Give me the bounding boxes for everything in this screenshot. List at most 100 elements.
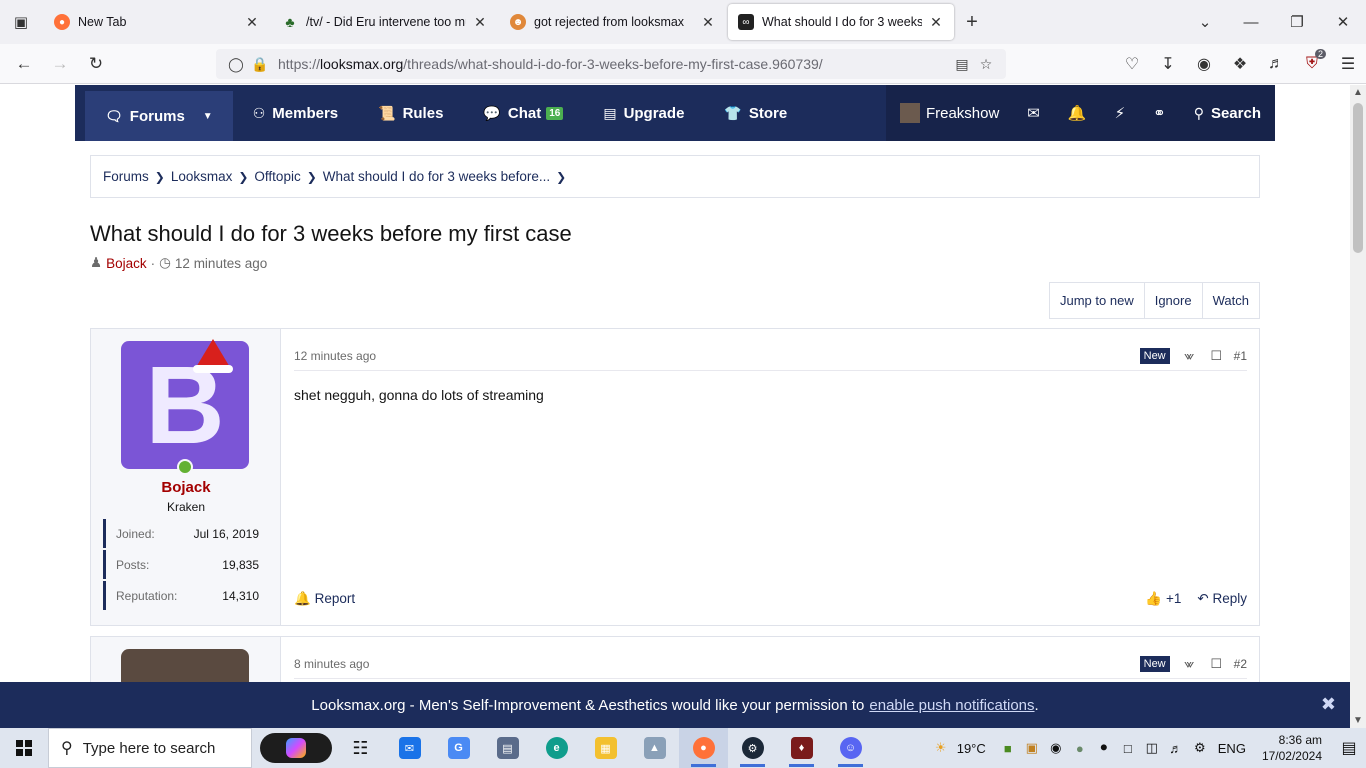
weather-icon[interactable]: ☀	[929, 740, 953, 756]
pocket-icon[interactable]: ♡	[1114, 54, 1150, 74]
thread-time[interactable]: 12 minutes ago	[175, 256, 267, 271]
close-tab-icon[interactable]: ✕	[928, 14, 944, 31]
breadcrumb-item[interactable]: What should I do for 3 weeks before...	[323, 169, 550, 184]
weather-temp[interactable]: 19°C	[957, 741, 986, 756]
nav-upgrade[interactable]: ▤ Upgrade	[583, 85, 704, 141]
menu-icon[interactable]: ☰	[1330, 54, 1366, 74]
firefox-taskbar-icon[interactable]: ●	[679, 728, 728, 768]
new-tab-icon[interactable]: +	[954, 11, 990, 34]
news-app-icon[interactable]: ▤	[483, 728, 532, 768]
breadcrumb-item[interactable]: Offtopic	[254, 169, 300, 184]
reload-icon[interactable]: ↻	[78, 54, 114, 74]
bookmark-star-icon[interactable]: ☆	[974, 56, 998, 73]
nav-forums[interactable]: 🗨 Forums ▼	[85, 91, 233, 141]
post-username[interactable]: Bojack	[91, 479, 281, 496]
share-icon[interactable]: ⩖	[1176, 656, 1203, 672]
watch-button[interactable]: Watch	[1201, 283, 1259, 318]
shield-icon[interactable]: ◯	[224, 56, 248, 73]
nav-store[interactable]: 👕 Store	[704, 85, 807, 141]
forward-icon[interactable]: →	[42, 54, 78, 74]
url-bar[interactable]: ◯ 🔒 https://looksmax.org/threads/what-sh…	[216, 49, 1006, 79]
copilot-icon[interactable]	[260, 733, 332, 763]
app-tray-icon[interactable]: ◉	[1044, 740, 1068, 756]
close-tab-icon[interactable]: ✕	[700, 14, 716, 31]
file-explorer-icon[interactable]: ▦	[581, 728, 630, 768]
taskbar-search[interactable]: ⚲ Type here to search	[48, 728, 252, 768]
account-icon[interactable]: ◉	[1186, 54, 1222, 74]
url-text[interactable]: https://looksmax.org/threads/what-should…	[278, 56, 950, 72]
nav-user[interactable]: Freakshow	[886, 85, 1013, 141]
tab-overview-icon[interactable]: ▣	[0, 0, 42, 44]
ignore-button[interactable]: Ignore	[1143, 283, 1202, 318]
chevron-down-icon[interactable]: ▼	[203, 111, 213, 122]
browser-tab-4[interactable]: ∞ What should I do for 3 weeks be ✕	[728, 4, 954, 40]
scroll-up-icon[interactable]: ▲	[1350, 87, 1366, 98]
game-app-icon[interactable]: ♦	[777, 728, 826, 768]
language-indicator[interactable]: ENG	[1218, 741, 1246, 756]
discord-icon[interactable]: ☺	[826, 728, 875, 768]
close-icon[interactable]: ✖	[1321, 694, 1336, 715]
task-view-icon[interactable]: ☷	[336, 728, 385, 768]
clock[interactable]: 8:36 am 17/02/2024	[1254, 732, 1332, 764]
share-icon[interactable]: ⩖	[1176, 348, 1203, 364]
avatar[interactable]	[121, 649, 249, 682]
status-tray-icon[interactable]: ●	[1068, 741, 1092, 756]
downloads-icon[interactable]: ↧	[1150, 54, 1186, 74]
avatar[interactable]: B	[121, 339, 249, 469]
bookmark-icon[interactable]: ☐	[1203, 348, 1230, 364]
scroll-down-icon[interactable]: ▼	[1350, 715, 1366, 726]
toggle-icon[interactable]: ⚭	[1139, 85, 1180, 141]
phone-link-icon[interactable]: □	[1116, 741, 1140, 756]
lock-icon[interactable]: 🔒	[248, 56, 272, 73]
breadcrumb-item[interactable]: Forums	[103, 169, 149, 184]
google-chrome-app-icon[interactable]: G	[434, 728, 483, 768]
jump-to-new-button[interactable]: Jump to new	[1050, 283, 1144, 318]
extensions-icon[interactable]: ❖	[1222, 54, 1258, 74]
nav-rules[interactable]: 📜 Rules	[358, 85, 463, 141]
page-scrollbar[interactable]: ▲ ▼	[1350, 85, 1366, 728]
steam-tray-icon[interactable]: ⚙	[1188, 740, 1212, 756]
network-icon[interactable]: ◫	[1140, 740, 1164, 756]
close-tab-icon[interactable]: ✕	[244, 14, 260, 31]
minimize-icon[interactable]: —	[1228, 14, 1274, 31]
tab-list-chevron-icon[interactable]: ⌄	[1182, 13, 1228, 31]
speaker-icon[interactable]: ♬	[1258, 55, 1294, 73]
report-button[interactable]: 🔔 Report	[294, 591, 355, 607]
breadcrumb-item[interactable]: Looksmax	[171, 169, 233, 184]
nav-search[interactable]: ⚲ Search	[1180, 85, 1275, 141]
nav-chat[interactable]: 💬 Chat 16	[463, 85, 583, 141]
restore-icon[interactable]: ❐	[1274, 13, 1320, 31]
ublock-icon[interactable]: ⛨ 2	[1294, 49, 1330, 73]
back-icon[interactable]: ←	[6, 54, 42, 74]
reply-button[interactable]: ↶ Reply	[1197, 591, 1247, 607]
scroll-thumb[interactable]	[1353, 103, 1363, 253]
like-button[interactable]: 👍 +1	[1145, 591, 1181, 607]
enable-push-link[interactable]: enable push notifications	[869, 697, 1034, 714]
browser-tab-3[interactable]: ☻ got rejected from looksmax ✕	[500, 4, 726, 40]
envelope-icon[interactable]: ✉	[1013, 85, 1054, 141]
post-number[interactable]: #1	[1234, 349, 1247, 363]
browser-tab-2[interactable]: ♣ /tv/ - Did Eru intervene too much ✕	[272, 4, 498, 40]
rockstar-icon[interactable]: ▣	[1020, 740, 1044, 756]
post-time[interactable]: 8 minutes ago	[294, 657, 369, 671]
post-time[interactable]: 12 minutes ago	[294, 349, 376, 363]
reader-view-icon[interactable]: ▤	[950, 56, 974, 73]
close-tab-icon[interactable]: ✕	[472, 14, 488, 31]
thread-author[interactable]: Bojack	[106, 256, 147, 271]
nav-members[interactable]: ⚇ Members	[233, 85, 358, 141]
photos-icon[interactable]: ▲	[630, 728, 679, 768]
browser-tab-1[interactable]: ● New Tab ✕	[44, 4, 270, 40]
edge-icon[interactable]: e	[532, 728, 581, 768]
bell-icon[interactable]: 🔔	[1054, 85, 1101, 141]
volume-icon[interactable]: ♬	[1164, 741, 1188, 756]
close-window-icon[interactable]: ✕	[1320, 13, 1366, 31]
notification-icon[interactable]: ▤	[1332, 738, 1366, 758]
steam-icon[interactable]: ⚙	[728, 728, 777, 768]
post-number[interactable]: #2	[1234, 657, 1247, 671]
microphone-icon[interactable]: ⚫	[1092, 740, 1116, 756]
windows-start-icon[interactable]	[0, 728, 48, 768]
bolt-icon[interactable]: ⚡	[1101, 85, 1140, 141]
bookmark-icon[interactable]: ☐	[1203, 656, 1230, 672]
mail-icon[interactable]: ✉	[385, 728, 434, 768]
nvidia-icon[interactable]: ■	[996, 741, 1020, 756]
